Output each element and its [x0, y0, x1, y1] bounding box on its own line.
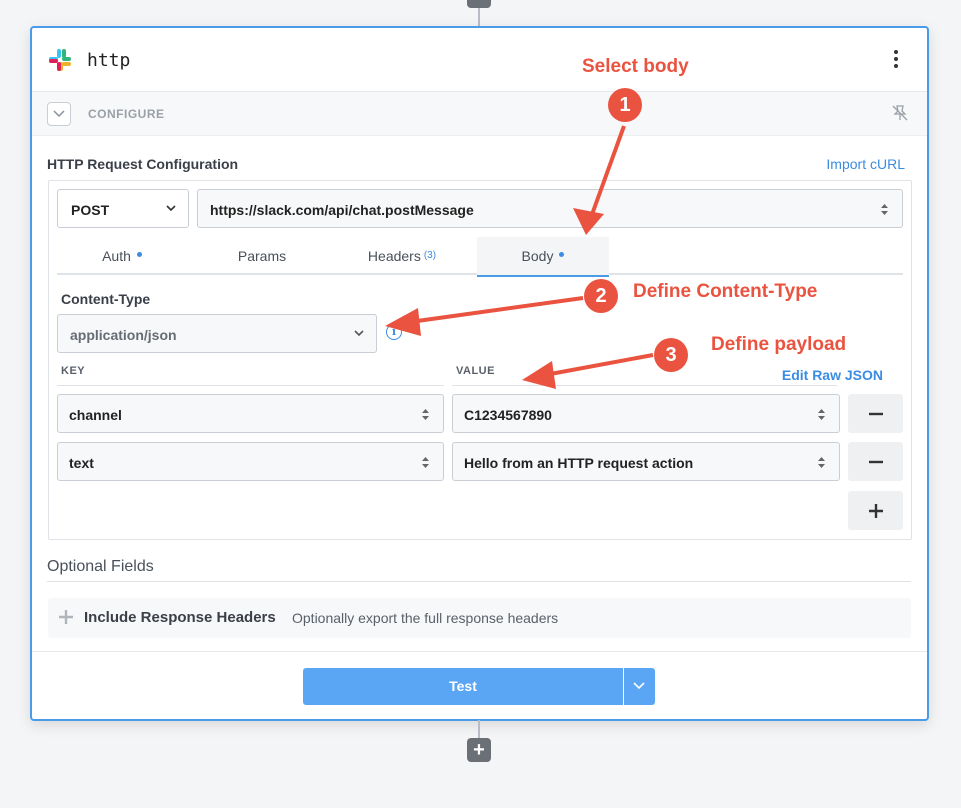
- app-title: http: [87, 50, 131, 71]
- chevron-down-icon: [166, 205, 176, 212]
- updown-arrows-icon: [818, 457, 825, 468]
- add-row-button[interactable]: [848, 491, 903, 530]
- import-curl-link[interactable]: Import cURL: [826, 156, 905, 172]
- section-title: HTTP Request Configuration: [47, 156, 239, 172]
- option-name: Include Response Headers: [84, 609, 276, 626]
- updown-arrows-icon: [881, 204, 888, 215]
- unpin-icon[interactable]: [891, 104, 909, 122]
- content-type-label: Content-Type: [61, 291, 151, 307]
- minus-icon: [868, 460, 883, 464]
- configure-bar: CONFIGURE: [32, 92, 927, 136]
- plus-icon: [59, 610, 73, 624]
- card-header: http: [32, 28, 927, 92]
- request-config-box: POST https://slack.com/api/chat.postMess…: [48, 180, 912, 540]
- tab-body-label: Body: [521, 248, 554, 264]
- tabs: Auth Params Headers (3) Body: [57, 237, 903, 277]
- test-dropdown-button[interactable]: [624, 668, 655, 705]
- key-value: text: [69, 455, 94, 471]
- tab-headers-count: (3): [423, 250, 437, 261]
- chevron-down-icon: [633, 682, 645, 690]
- key-input-channel[interactable]: channel: [57, 394, 444, 433]
- updown-arrows-icon: [818, 409, 825, 420]
- tab-auth-dot: [136, 251, 142, 257]
- value-header-divider: [452, 385, 837, 386]
- value-column-header: VALUE: [456, 365, 495, 377]
- updown-arrows-icon: [422, 457, 429, 468]
- key-column-header: KEY: [61, 365, 86, 377]
- add-step-bottom-button[interactable]: +: [467, 738, 491, 762]
- slack-logo-icon: [49, 49, 71, 71]
- method-select[interactable]: POST: [57, 189, 189, 228]
- value-value: Hello from an HTTP request action: [464, 455, 694, 471]
- value-value: C1234567890: [464, 407, 552, 423]
- url-value: https://slack.com/api/chat.postMessage: [210, 202, 474, 218]
- kebab-menu-icon[interactable]: [893, 50, 899, 70]
- annotation-define-content-type: Define Content-Type: [633, 281, 818, 302]
- edit-raw-json-link[interactable]: Edit Raw JSON: [782, 367, 883, 383]
- key-header-divider: [57, 385, 444, 386]
- optional-fields-divider: [47, 581, 911, 582]
- chevron-down-icon: [354, 330, 364, 337]
- tab-auth-label: Auth: [102, 248, 131, 264]
- footer-divider: [32, 651, 927, 652]
- tab-params[interactable]: Params: [197, 237, 327, 275]
- method-value: POST: [71, 202, 110, 218]
- remove-row-button[interactable]: [848, 442, 903, 481]
- tab-auth[interactable]: Auth: [57, 237, 187, 275]
- key-input-text[interactable]: text: [57, 442, 444, 481]
- test-button[interactable]: Test: [303, 668, 623, 705]
- content-type-select[interactable]: application/json: [57, 314, 377, 353]
- value-input-text[interactable]: Hello from an HTTP request action: [452, 442, 840, 481]
- include-response-headers-option[interactable]: Include Response Headers Optionally expo…: [48, 598, 911, 638]
- content-type-value: application/json: [70, 327, 177, 343]
- optional-fields-title: Optional Fields: [47, 558, 154, 575]
- updown-arrows-icon: [422, 409, 429, 420]
- annotation-badge-3: 3: [654, 338, 688, 372]
- url-input[interactable]: https://slack.com/api/chat.postMessage: [197, 189, 903, 228]
- action-card: http CONFIGURE HTTP Request Configuratio…: [30, 26, 929, 721]
- tab-body-dot: [559, 251, 565, 257]
- minus-icon: [868, 412, 883, 416]
- tab-body[interactable]: Body: [477, 237, 609, 277]
- tab-params-label: Params: [237, 248, 287, 264]
- collapse-button[interactable]: [47, 102, 71, 126]
- remove-row-button[interactable]: [848, 394, 903, 433]
- annotation-badge-1: 1: [608, 88, 642, 122]
- option-description: Optionally export the full response head…: [292, 610, 559, 626]
- annotation-badge-2: 2: [584, 279, 618, 313]
- info-icon[interactable]: i: [386, 324, 402, 340]
- annotation-select-body: Select body: [582, 56, 689, 77]
- plus-icon: [868, 504, 883, 518]
- tab-headers[interactable]: Headers (3): [337, 237, 467, 275]
- tab-headers-label: Headers: [367, 248, 421, 264]
- chevron-down-icon: [53, 110, 65, 118]
- configure-label: CONFIGURE: [88, 107, 165, 121]
- add-step-top-button[interactable]: [467, 0, 491, 8]
- annotation-define-payload: Define payload: [711, 334, 847, 355]
- value-input-channel[interactable]: C1234567890: [452, 394, 840, 433]
- key-value: channel: [69, 407, 122, 423]
